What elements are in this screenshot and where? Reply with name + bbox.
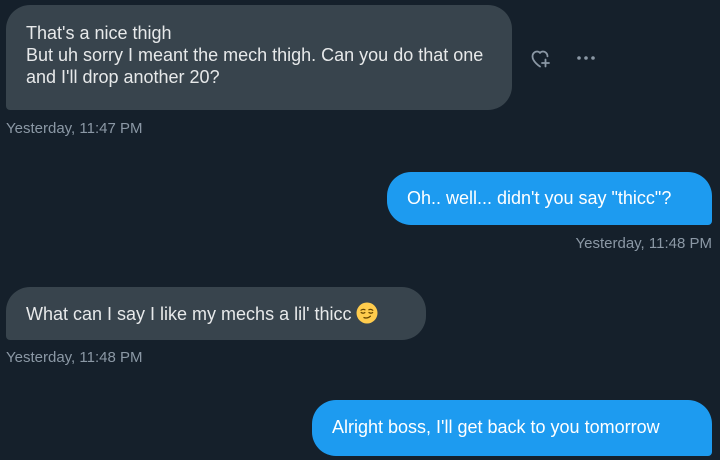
message-timestamp: Yesterday, 11:48 PM (6, 349, 143, 366)
message-bubble-sent[interactable]: Oh.. well... didn't you say "thicc"? (387, 172, 712, 225)
message-bubble-sent[interactable]: Alright boss, I'll get back to you tomor… (312, 400, 712, 456)
message-bubble-received[interactable]: What can I say I like my mechs a lil' th… (6, 287, 426, 340)
smirking-face-emoji (356, 302, 378, 329)
more-horizontal-icon (577, 56, 595, 60)
message-timestamp: Yesterday, 11:47 PM (6, 120, 143, 137)
react-button[interactable] (527, 45, 553, 71)
message-timestamp: Yesterday, 11:48 PM (575, 235, 712, 252)
message-bubble-received[interactable]: That's a nice thigh But uh sorry I meant… (6, 5, 512, 110)
more-options-button[interactable] (573, 45, 599, 71)
message-text: What can I say I like my mechs a lil' th… (26, 304, 352, 324)
heart-plus-icon (531, 50, 550, 68)
